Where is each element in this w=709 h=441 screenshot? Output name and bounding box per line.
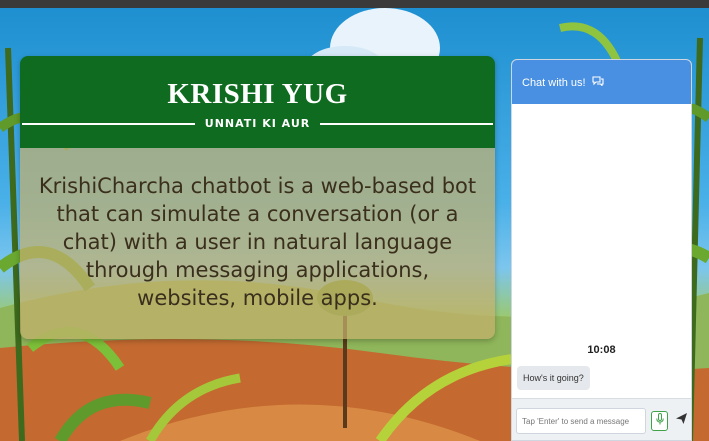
mic-button[interactable] — [651, 411, 668, 431]
top-bar — [0, 0, 709, 8]
chat-bubbles-icon — [592, 76, 604, 89]
chat-header[interactable]: Chat with us! — [512, 60, 691, 104]
title-divider-right — [320, 123, 493, 125]
hero-description: KrishiCharcha chatbot is a web-based bot… — [38, 174, 477, 310]
chat-widget: Chat with us! 10:08 How's it going? — [511, 59, 692, 441]
send-button[interactable] — [673, 411, 689, 431]
hero-card: KRISHI YUG UNNATI KI AUR KrishiCharcha c… — [20, 56, 495, 339]
chat-messages: 10:08 How's it going? — [512, 104, 691, 398]
message-timestamp: 10:08 — [587, 344, 616, 356]
chat-header-label: Chat with us! — [522, 77, 586, 89]
microphone-icon — [655, 412, 664, 430]
hero-body: KrishiCharcha chatbot is a web-based bot… — [20, 148, 495, 339]
page-title: KRISHI YUG — [167, 78, 348, 110]
chat-footer — [512, 398, 691, 440]
incoming-message: How's it going? — [517, 366, 590, 390]
message-input[interactable] — [516, 408, 646, 434]
send-icon — [675, 412, 688, 430]
hero-header: KRISHI YUG UNNATI KI AUR — [20, 56, 495, 148]
